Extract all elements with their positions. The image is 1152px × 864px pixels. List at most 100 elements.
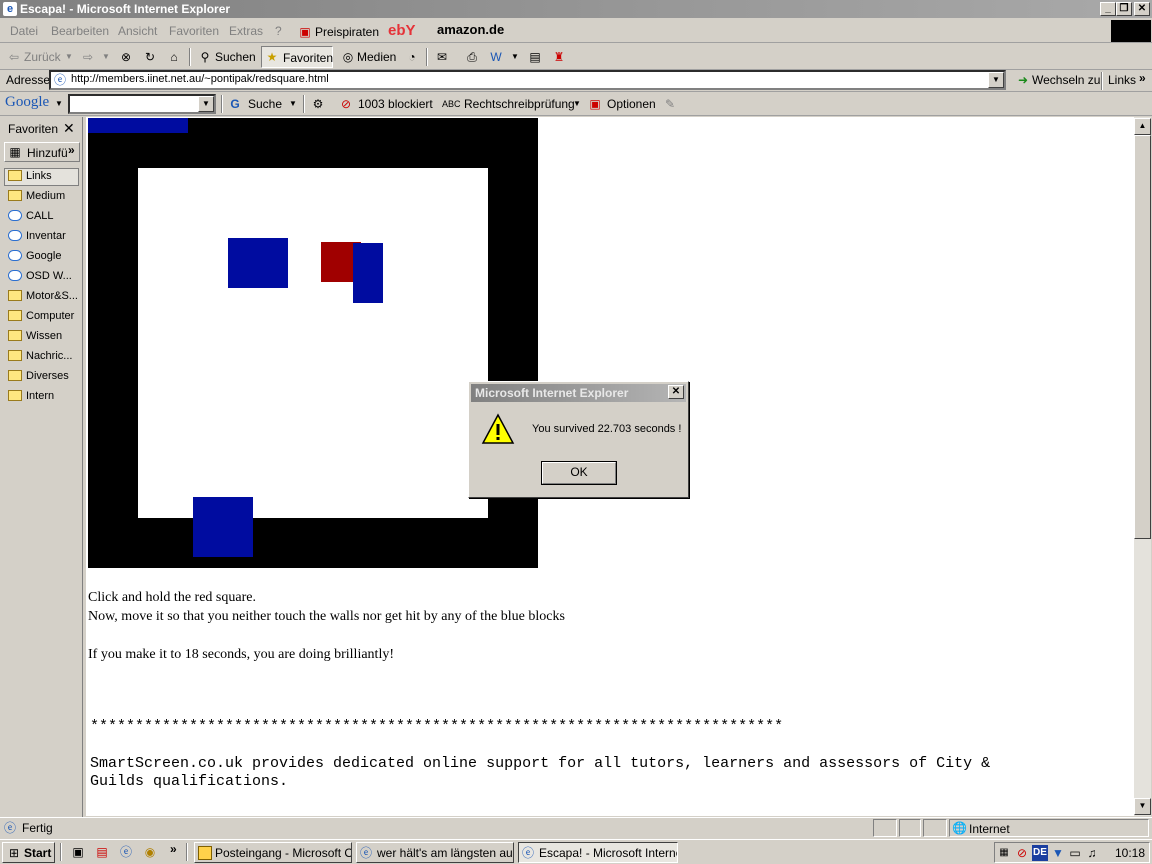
task-posteingang[interactable]: Posteingang - Microsoft O... <box>194 842 352 863</box>
ie-page-icon <box>8 210 22 221</box>
warning-icon <box>481 413 515 444</box>
status-text: Fertig <box>22 821 53 835</box>
favorites-item-diverses[interactable]: Diverses <box>8 370 80 388</box>
favorites-item-links[interactable]: Links <box>8 170 80 188</box>
mail-icon[interactable]: ✉ <box>434 49 450 65</box>
start-button[interactable]: ⊞ Start <box>2 842 55 863</box>
stop-icon[interactable]: ⊗ <box>118 49 134 65</box>
spellcheck-button[interactable]: Rechtschreibprüfung <box>464 97 575 111</box>
favorites-item-osd[interactable]: OSD W... <box>8 270 80 288</box>
menu-datei[interactable]: Datei <box>10 24 38 38</box>
scroll-down-button[interactable]: ▼ <box>1134 798 1151 815</box>
google-search-dropdown[interactable]: ▼ <box>198 96 214 112</box>
title-bar[interactable]: e Escapa! - Microsoft Internet Explorer … <box>0 0 1152 18</box>
minimize-button[interactable]: _ <box>1100 2 1116 16</box>
tray-drive-icon[interactable]: ▭ <box>1068 845 1082 861</box>
links-toolbar[interactable]: Links <box>1108 73 1136 87</box>
search-button[interactable]: Suchen <box>215 50 256 64</box>
forward-arrow-icon[interactable]: ⇨ <box>80 49 96 65</box>
back-button[interactable]: Zurück <box>24 50 61 64</box>
favorites-item-computer[interactable]: Computer <box>8 310 80 328</box>
preispiraten-link[interactable]: Preispiraten <box>315 25 379 39</box>
favorites-item-label: Google <box>26 250 62 262</box>
ebay-link[interactable]: ebY <box>388 22 416 39</box>
history-icon[interactable]: ◔ <box>404 49 420 65</box>
chevron-right-icon[interactable]: » <box>170 842 177 856</box>
address-label: Adresse <box>6 73 51 87</box>
refresh-icon[interactable]: ↻ <box>142 49 158 65</box>
highlight-icon[interactable]: ✎ <box>662 96 678 112</box>
folder-icon <box>8 290 22 301</box>
ie-page-icon <box>8 270 22 281</box>
chevron-down-icon[interactable]: ▼ <box>64 49 74 65</box>
close-icon[interactable]: ✕ <box>63 120 75 137</box>
home-icon[interactable]: ⌂ <box>166 49 182 65</box>
add-favorite-button[interactable]: ▦ Hinzufü » <box>4 142 80 162</box>
language-indicator[interactable]: DE <box>1032 845 1048 861</box>
messenger-icon[interactable]: ♜ <box>551 49 567 65</box>
options-icon: ▣ <box>589 97 601 111</box>
popup-blocked-count[interactable]: 1003 blockiert <box>358 97 433 111</box>
outlook-quicklaunch-icon[interactable]: ◉ <box>142 844 158 860</box>
media-button[interactable]: Medien <box>357 50 396 64</box>
quicklaunch-icon[interactable]: ▤ <box>94 844 110 860</box>
chevron-down-icon[interactable]: ▼ <box>572 96 582 112</box>
google-search-input[interactable]: ▼ <box>68 94 216 114</box>
tray-network-icon[interactable]: ▼ <box>1051 845 1065 861</box>
favorites-item-google[interactable]: Google <box>8 250 80 268</box>
vertical-scrollbar[interactable]: ▲ ▼ <box>1134 117 1151 816</box>
favorites-item-inventar[interactable]: Inventar <box>8 230 80 248</box>
ie-quicklaunch-icon[interactable]: ⓔ <box>118 844 134 860</box>
favorites-item-nachrichten[interactable]: Nachric... <box>8 350 80 368</box>
google-search-button[interactable]: Suche <box>248 97 282 111</box>
media-icon: ◎ <box>342 50 354 64</box>
discuss-icon[interactable]: ▤ <box>527 49 543 65</box>
print-icon[interactable]: ⎙ <box>464 49 480 65</box>
close-button[interactable]: ✕ <box>1134 2 1150 16</box>
address-dropdown-button[interactable]: ▼ <box>988 72 1004 88</box>
pagerank-icon[interactable]: ⚙ <box>310 96 326 112</box>
windows-flag-icon: ⊞ <box>8 846 20 860</box>
menu-extras[interactable]: Extras <box>229 24 263 38</box>
dialog-close-button[interactable]: ✕ <box>668 385 684 399</box>
edit-word-icon[interactable]: W <box>488 49 504 65</box>
chevron-down-icon[interactable]: ▼ <box>288 96 298 112</box>
desktop-icon[interactable]: ▣ <box>70 844 86 860</box>
chevron-down-icon[interactable]: ▼ <box>55 96 63 112</box>
tray-blocker-icon[interactable]: ⊘ <box>1015 845 1029 861</box>
favorites-item-call[interactable]: CALL <box>8 210 80 228</box>
favorites-button[interactable]: ★ Favoriten <box>261 46 333 68</box>
menu-bearbeiten[interactable]: Bearbeiten <box>51 24 109 38</box>
clock: 10:18 <box>1115 846 1146 860</box>
favorites-item-label: OSD W... <box>26 270 72 282</box>
menu-ansicht[interactable]: Ansicht <box>118 24 157 38</box>
favorites-item-wissen[interactable]: Wissen <box>8 330 80 348</box>
go-button[interactable]: Wechseln zu <box>1032 73 1100 87</box>
dialog-title-bar[interactable]: Microsoft Internet Explorer <box>471 384 686 402</box>
scroll-thumb[interactable] <box>1134 135 1151 539</box>
tray-app-icon[interactable]: ▦ <box>997 845 1011 861</box>
standard-toolbar: ⇦ Zurück ▼ ⇨ ▼ ⊗ ↻ ⌂ ⚲ Suchen ★ Favorite… <box>0 44 1152 70</box>
chevron-down-icon[interactable]: ▼ <box>101 49 111 65</box>
options-button[interactable]: Optionen <box>607 97 656 111</box>
chevron-right-icon: » <box>68 143 75 157</box>
task-wer-haelts[interactable]: ⓔ wer hält's am längsten aus... <box>356 842 514 863</box>
chevron-down-icon[interactable]: ▼ <box>510 49 520 65</box>
restore-button[interactable]: ❐ <box>1116 2 1132 16</box>
favorites-item-label: Medium <box>26 190 66 202</box>
menu-help[interactable]: ? <box>275 24 282 38</box>
google-logo[interactable]: Google <box>5 94 49 111</box>
tray-volume-icon[interactable]: ♫ <box>1085 845 1099 861</box>
favorites-item-intern[interactable]: Intern <box>8 390 80 408</box>
menu-favoriten[interactable]: Favoriten <box>169 24 219 38</box>
scroll-up-button[interactable]: ▲ <box>1134 118 1151 135</box>
favorites-item-medium[interactable]: Medium <box>8 190 80 208</box>
amazon-link[interactable]: amazon.de <box>437 22 504 37</box>
favorites-item-motor[interactable]: Motor&S... <box>8 290 80 308</box>
status-panel <box>923 819 947 837</box>
security-zone: Internet <box>969 822 1010 836</box>
address-input[interactable]: ⓔ http://members.iinet.net.au/~pontipak/… <box>49 70 1006 90</box>
task-escapa[interactable]: ⓔ Escapa! - Microsoft Interne... <box>518 842 678 863</box>
ok-button[interactable]: OK <box>541 461 617 485</box>
chevron-right-icon[interactable]: » <box>1139 71 1146 85</box>
